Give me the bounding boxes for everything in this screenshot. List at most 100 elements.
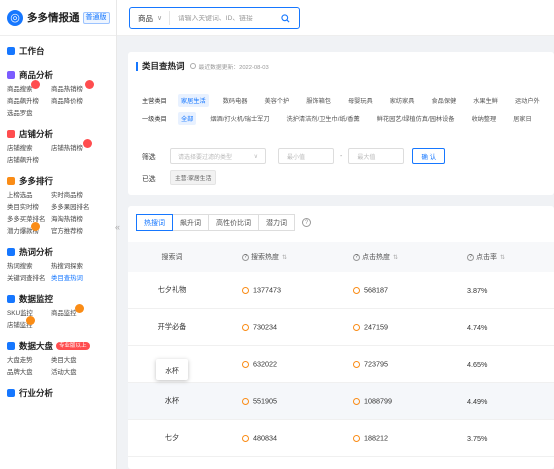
main-category-chip[interactable]: 水果生鲜 (470, 94, 501, 107)
sidebar-item-label: 选品罗盘 (7, 110, 33, 117)
sidebar-item[interactable]: 热词搜索 (7, 262, 51, 271)
sort-icon[interactable]: ⇅ (393, 255, 398, 261)
sidebar-item[interactable]: 商品热销榜 (51, 80, 107, 94)
sub-category-chip[interactable]: 烟酒/打火机/瑞士军刀 (207, 112, 272, 125)
search-icon[interactable] (278, 11, 292, 25)
sidebar-item[interactable]: 热搜词探索 (51, 262, 107, 271)
sidebar-item[interactable]: 商品搜索 (7, 80, 51, 94)
sidebar-section-title[interactable]: 多多排行 (7, 175, 109, 187)
sidebar-item[interactable]: 大盘走势 (7, 356, 51, 365)
tab-1[interactable]: 飙升词 (172, 214, 209, 231)
main-category-chip[interactable]: 母婴玩具 (345, 94, 376, 107)
keyword-cell[interactable]: 水杯 (128, 396, 216, 406)
sidebar-item[interactable]: 店铺搜索 (7, 144, 51, 153)
sidebar-section-title[interactable]: 行业分析 (7, 387, 109, 399)
sort-icon[interactable]: ⇅ (282, 255, 287, 261)
sidebar-item-label: 商品飙升榜 (7, 98, 39, 105)
result-tabs: 热搜词 飙升词 高性价比词 潜力词 ? (136, 214, 311, 231)
table-row[interactable]: 七夕 480834 188212 3.75% (128, 420, 554, 457)
click-heat-value: 247159 (364, 322, 388, 332)
sidebar-section-title[interactable]: 数据监控 (7, 293, 109, 305)
ctr-cell: 4.74% (467, 322, 488, 332)
col-ctr[interactable]: ? 点击率 ⇅ (446, 252, 554, 262)
main-category-row: 主营类目 家居生活 数码电器 美容个护 服饰箱包 母婴玩具 家纺家具 食品保健 水果生鲜 运动户… (142, 94, 554, 107)
sidebar-item[interactable]: 潜力爆款榜 (7, 222, 51, 236)
edition-badge[interactable]: 普通版 (82, 11, 110, 24)
sidebar-item-workbench[interactable]: 工作台 (0, 45, 116, 57)
sidebar-item[interactable]: 商品飙升榜 (7, 97, 51, 106)
help-icon[interactable]: ? (467, 253, 474, 261)
selected-filter-chip[interactable]: 主营:家居生活 (170, 170, 217, 185)
max-value-input[interactable]: 最大值 (348, 148, 405, 164)
sidebar-item[interactable]: 多多买菜排名 (7, 215, 51, 224)
sub-category-chip[interactable]: 收纳整理 (468, 112, 499, 125)
keyword-cell[interactable]: 七夕礼物 (128, 285, 216, 295)
sub-category-chip[interactable]: 鲜花园艺/绿植仿真/园林设备 (374, 112, 458, 125)
sidebar-item[interactable]: 选品罗盘 (7, 109, 51, 118)
sidebar-item[interactable]: 海淘热销榜 (51, 215, 107, 224)
chevron-down-icon: ∨ (253, 153, 258, 160)
main-category-chip[interactable]: 数码电器 (220, 94, 251, 107)
sidebar-item[interactable]: 商品监控 (51, 304, 107, 318)
sub-category-label: 一级类目 (142, 116, 167, 123)
table-row[interactable]: 开学必备 730234 247159 4.74% (128, 309, 554, 346)
table-row[interactable]: 632022 723795 4.65% (128, 346, 554, 383)
search-type-select[interactable]: 商品 ∨ (130, 11, 170, 25)
main-category-chip[interactable]: 家纺家具 (387, 94, 418, 107)
col-click-heat-label: 点击热度 (362, 254, 390, 261)
col-search-heat[interactable]: ? 搜索热度 ⇅ (216, 252, 331, 262)
table-row[interactable]: 水杯 551905 1088799 4.49% (128, 383, 554, 420)
collapse-sidebar-icon[interactable]: « (115, 222, 120, 232)
sort-icon[interactable]: ⇅ (500, 255, 505, 261)
sidebar-section-title[interactable]: 商品分析 (7, 69, 109, 81)
search-input[interactable] (170, 14, 278, 22)
sidebar-item-grid: 商品搜索 商品热销榜商品飙升榜 商品降价榜选品罗盘 (7, 80, 109, 118)
sidebar-item-label: 店铺飙升榜 (7, 157, 39, 164)
sidebar-item[interactable]: 品牌大盘 (7, 368, 51, 377)
sidebar-section-title[interactable]: 数据大盘 专业版以上 (7, 340, 109, 352)
sidebar-section: 数据大盘 专业版以上 大盘走势 类目大盘 品牌大盘 活动大盘 (0, 340, 116, 377)
sidebar-item[interactable]: 关键词查排名 (7, 274, 51, 283)
main-category-chip[interactable]: 美容个护 (262, 94, 293, 107)
sub-category-chip[interactable]: 居家日 (510, 112, 535, 125)
sidebar-item[interactable]: 上榜选品 (7, 191, 51, 200)
main-category-chip[interactable]: 家居生活 (178, 94, 209, 107)
sidebar-item[interactable]: 店铺监控 (7, 316, 51, 330)
main-category-chip[interactable]: 服饰箱包 (303, 94, 334, 107)
click-heat-cell: 247159 (331, 322, 446, 332)
tab-3[interactable]: 潜力词 (258, 214, 295, 231)
confirm-button[interactable]: 确 认 (412, 148, 446, 164)
table-row[interactable]: 七夕礼物 1377473 568187 3.87% (128, 272, 554, 309)
sidebar-item[interactable]: 店铺飙升榜 (7, 156, 51, 165)
sidebar-item[interactable]: 类目实时榜 (7, 203, 51, 212)
col-click-heat[interactable]: ? 点击热度 ⇅ (331, 252, 446, 262)
sidebar-item[interactable]: 活动大盘 (51, 368, 107, 377)
filter-type-select[interactable]: 请选择要过滤的类型 ∨ (170, 148, 266, 164)
keyword-cell[interactable]: 七夕 (128, 433, 216, 443)
search-heat-cell: 480834 (216, 433, 331, 443)
sidebar-item[interactable]: 类目查热词 (51, 274, 107, 283)
sidebar-section-title[interactable]: 热词分析 (7, 246, 109, 258)
help-icon[interactable]: ? (302, 218, 311, 227)
workbench-head: 工作台 (7, 45, 109, 57)
sidebar-item[interactable]: 多多果园排名 (51, 203, 107, 212)
sub-category-chip[interactable]: 洗护清洁剂/卫生巾/纸/香薰 (284, 112, 363, 125)
sidebar-section-title[interactable]: 店铺分析 (7, 128, 109, 140)
keyword-cell[interactable]: 开学必备 (128, 322, 216, 332)
help-icon[interactable]: ? (353, 253, 360, 261)
sidebar-item[interactable]: 实时商品榜 (51, 191, 107, 200)
sub-category-chip[interactable]: 全部 (178, 112, 197, 125)
main-category-chip[interactable]: 食品保健 (429, 94, 460, 107)
flame-icon (242, 434, 249, 442)
sidebar-item[interactable]: 官方推荐榜 (51, 227, 107, 236)
tab-2[interactable]: 高性价比词 (208, 214, 259, 231)
help-icon[interactable]: ? (242, 253, 249, 261)
brand[interactable]: ◎ 多多情报通 普通版 (0, 0, 116, 36)
sidebar-item[interactable]: 店铺热销榜 (51, 139, 107, 153)
tab-0[interactable]: 热搜词 (136, 214, 173, 231)
min-value-input[interactable]: 最小值 (278, 148, 334, 164)
sidebar-item-grid: SKU监控 商品监控 店铺监控 (7, 304, 109, 330)
sidebar-item[interactable]: 类目大盘 (51, 356, 107, 365)
main-category-chip[interactable]: 运动户外 (512, 94, 543, 107)
sidebar-item[interactable]: 商品降价榜 (51, 97, 107, 106)
